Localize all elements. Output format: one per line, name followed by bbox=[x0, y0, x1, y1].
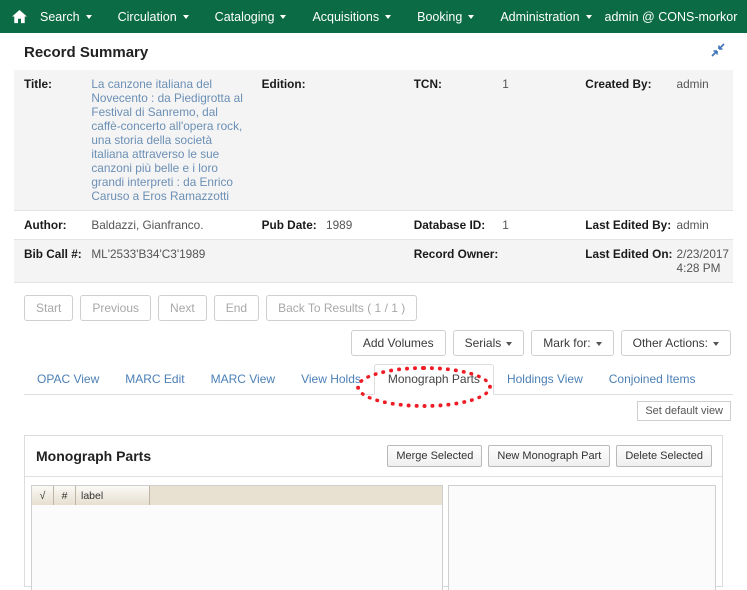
monograph-parts-detail-pane bbox=[448, 485, 716, 590]
field-value-blank bbox=[326, 239, 404, 283]
record-view-tabs: OPAC View MARC Edit MARC View View Holds… bbox=[14, 364, 733, 408]
nav-item-acquisitions[interactable]: Acquisitions bbox=[299, 10, 404, 24]
tab-marc-view[interactable]: MARC View bbox=[198, 365, 288, 394]
tab-conjoined-items[interactable]: Conjoined Items bbox=[596, 365, 709, 394]
chevron-down-icon bbox=[385, 14, 392, 19]
field-value-last-edited-on: 2/23/2017 4:28 PM bbox=[676, 239, 733, 283]
field-value-record-owner bbox=[502, 239, 576, 283]
mark-for-label: Mark for: bbox=[543, 336, 591, 350]
nav-item-label: Search bbox=[40, 9, 80, 24]
other-actions-label: Other Actions: bbox=[632, 336, 708, 350]
tab-list: OPAC View MARC Edit MARC View View Holds… bbox=[24, 364, 733, 395]
navbar-right: admin @ CONS-morkor bbox=[605, 10, 747, 24]
tab-view-holds[interactable]: View Holds bbox=[288, 365, 374, 394]
end-button[interactable]: End bbox=[213, 295, 260, 321]
field-label-last-edited-on: Last Edited On: bbox=[575, 239, 677, 283]
tab-monograph-parts[interactable]: Monograph Parts bbox=[373, 364, 494, 395]
field-value-last-edited-by: admin bbox=[676, 210, 733, 240]
start-button[interactable]: Start bbox=[24, 295, 74, 321]
page-body: Record Summary Title: La canzone italian… bbox=[0, 33, 747, 590]
chevron-down-icon bbox=[506, 341, 513, 346]
chevron-down-icon bbox=[280, 14, 287, 19]
collapse-diagonal-icon[interactable] bbox=[711, 43, 725, 61]
field-label-tcn: TCN: bbox=[403, 70, 503, 211]
checkbox-column-header[interactable]: √ bbox=[32, 486, 54, 505]
field-label-database-id: Database ID: bbox=[403, 210, 503, 240]
nav-item-search[interactable]: Search bbox=[27, 10, 105, 24]
grid-header-filler bbox=[150, 486, 442, 505]
serials-dropdown-button[interactable]: Serials bbox=[452, 330, 525, 356]
add-volumes-label: Add Volumes bbox=[362, 336, 434, 350]
nav-item-booking[interactable]: Booking bbox=[404, 10, 487, 24]
table-row: Bib Call #: ML'2533'B34'C3'1989 Record O… bbox=[14, 239, 733, 283]
field-value-author: Baldazzi, Gianfranco. bbox=[91, 210, 252, 240]
home-icon[interactable] bbox=[12, 9, 27, 24]
nav-item-label: Circulation bbox=[117, 9, 177, 24]
merge-selected-button[interactable]: Merge Selected bbox=[387, 445, 483, 467]
monograph-parts-panel: Monograph Parts Merge Selected New Monog… bbox=[24, 435, 723, 590]
monograph-parts-title: Monograph Parts bbox=[36, 448, 152, 464]
monograph-parts-body: √ # label bbox=[25, 477, 722, 590]
nav-item-cataloging[interactable]: Cataloging bbox=[202, 10, 300, 24]
monograph-parts-actions: Merge Selected New Monograph Part Delete… bbox=[387, 445, 712, 467]
record-action-buttons: Add Volumes Serials Mark for: Other Acti… bbox=[14, 321, 733, 356]
tab-marc-edit[interactable]: MARC Edit bbox=[112, 365, 197, 394]
field-label-pub-date: Pub Date: bbox=[251, 210, 327, 240]
nav-item-label: Booking bbox=[417, 9, 463, 24]
field-label-author: Author: bbox=[14, 210, 92, 240]
nav-item-label: Acquisitions bbox=[312, 9, 380, 24]
record-summary-table: Title: La canzone italiana del Novecento… bbox=[14, 70, 733, 283]
back-to-results-button[interactable]: Back To Results ( 1 / 1 ) bbox=[266, 295, 418, 321]
table-row: Author: Baldazzi, Gianfranco. Pub Date: … bbox=[14, 210, 733, 240]
field-label-record-owner: Record Owner: bbox=[403, 239, 503, 283]
add-volumes-button[interactable]: Add Volumes bbox=[350, 330, 446, 356]
monograph-parts-grid: √ # label bbox=[31, 485, 443, 590]
new-monograph-part-button[interactable]: New Monograph Part bbox=[488, 445, 611, 467]
user-account-label[interactable]: admin @ CONS-morkor bbox=[605, 10, 738, 24]
chevron-down-icon bbox=[85, 14, 92, 19]
set-default-view-row: Set default view bbox=[14, 395, 733, 421]
nav-item-label: Cataloging bbox=[214, 9, 275, 24]
field-value-edition bbox=[326, 70, 404, 211]
table-row: Title: La canzone italiana del Novecento… bbox=[14, 70, 733, 211]
field-value-created-by: admin bbox=[676, 70, 733, 211]
next-button[interactable]: Next bbox=[158, 295, 207, 321]
label-column-header[interactable]: label bbox=[76, 486, 150, 505]
number-column-header[interactable]: # bbox=[54, 486, 76, 505]
nav-item-circulation[interactable]: Circulation bbox=[105, 10, 202, 24]
chevron-down-icon bbox=[713, 341, 719, 346]
field-label-edition: Edition: bbox=[251, 70, 327, 211]
record-navigation-buttons: Start Previous Next End Back To Results … bbox=[14, 283, 733, 321]
field-value-bib-call: ML'2533'B34'C3'1989 bbox=[91, 239, 252, 283]
field-label-created-by: Created By: bbox=[575, 70, 677, 211]
field-value-database-id: 1 bbox=[502, 210, 576, 240]
tab-holdings-view[interactable]: Holdings View bbox=[494, 365, 596, 394]
chevron-down-icon bbox=[468, 14, 475, 19]
grid-header-row: √ # label bbox=[32, 486, 442, 505]
summary-heading-text: Record Summary bbox=[24, 44, 149, 61]
field-label-last-edited-by: Last Edited By: bbox=[575, 210, 677, 240]
other-actions-dropdown-button[interactable]: Other Actions: bbox=[620, 330, 731, 356]
chevron-down-icon bbox=[595, 341, 602, 346]
nav-item-label: Administration bbox=[500, 9, 580, 24]
delete-selected-button[interactable]: Delete Selected bbox=[616, 445, 712, 467]
top-navbar: Search Circulation Cataloging Acquisitio… bbox=[0, 0, 747, 33]
field-label-title: Title: bbox=[14, 70, 92, 211]
mark-for-dropdown-button[interactable]: Mark for: bbox=[531, 330, 614, 356]
field-label-bib-call: Bib Call #: bbox=[14, 239, 92, 283]
chevron-down-icon bbox=[182, 14, 189, 19]
field-value-tcn: 1 bbox=[502, 70, 576, 211]
title-link[interactable]: La canzone italiana del Novecento : da P… bbox=[91, 77, 243, 203]
field-label-blank bbox=[251, 239, 327, 283]
tab-opac-view[interactable]: OPAC View bbox=[24, 365, 112, 394]
field-value-pub-date: 1989 bbox=[326, 210, 404, 240]
nav-item-administration[interactable]: Administration bbox=[487, 10, 604, 24]
field-value-title: La canzone italiana del Novecento : da P… bbox=[91, 70, 252, 211]
chevron-down-icon bbox=[585, 14, 592, 19]
set-default-view-button[interactable]: Set default view bbox=[637, 401, 731, 421]
serials-label: Serials bbox=[464, 336, 502, 350]
page-title: Record Summary bbox=[14, 33, 733, 70]
previous-button[interactable]: Previous bbox=[80, 295, 152, 321]
monograph-parts-header: Monograph Parts Merge Selected New Monog… bbox=[25, 436, 722, 477]
